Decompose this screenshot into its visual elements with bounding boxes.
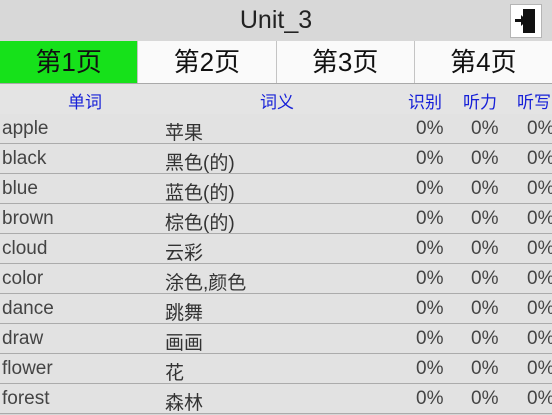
recognize-percent: 0% [416, 238, 444, 259]
column-header: 单词 词义 识别 听力 听写 [0, 84, 552, 115]
listening-percent: 0% [471, 238, 499, 259]
dictation-percent: 0% [527, 358, 552, 379]
listening-percent: 0% [471, 298, 499, 319]
tab-page-3[interactable]: 第3页 [276, 41, 415, 83]
recognize-percent: 0% [416, 178, 444, 199]
word-text: brown [2, 208, 54, 229]
word-text: color [2, 268, 44, 289]
page-tabs: 第1页 第2页 第3页 第4页 [0, 41, 552, 84]
meaning-text: 苹果 [165, 123, 204, 144]
listening-percent: 0% [471, 208, 499, 229]
meaning-text: 画画 [165, 333, 204, 354]
dictation-percent: 0% [527, 118, 552, 139]
listening-percent: 0% [471, 178, 499, 199]
word-row[interactable]: dance 跳舞 0% 0% 0% [0, 294, 552, 324]
word-row[interactable]: cloud 云彩 0% 0% 0% [0, 234, 552, 264]
listening-percent: 0% [471, 268, 499, 289]
recognize-percent: 0% [416, 358, 444, 379]
column-word[interactable]: 单词 [68, 88, 102, 113]
meaning-text: 云彩 [165, 243, 204, 264]
recognize-percent: 0% [416, 328, 444, 349]
tab-page-2[interactable]: 第2页 [138, 41, 277, 83]
listening-percent: 0% [471, 358, 499, 379]
word-text: black [2, 148, 47, 169]
dictation-percent: 0% [527, 298, 552, 319]
word-row[interactable]: forest 森林 0% 0% 0% [0, 384, 552, 414]
meaning-text: 棕色(的) [165, 213, 235, 234]
recognize-percent: 0% [416, 208, 444, 229]
exit-door-icon [515, 9, 535, 33]
word-row[interactable]: brown 棕色(的) 0% 0% 0% [0, 204, 552, 234]
recognize-percent: 0% [416, 268, 444, 289]
unit-title: Unit_3 [239, 6, 313, 34]
meaning-text: 森林 [165, 393, 204, 414]
dictation-percent: 0% [527, 208, 552, 229]
column-dictation[interactable]: 听写 [517, 88, 551, 113]
dictation-percent: 0% [527, 268, 552, 289]
word-text: forest [2, 388, 50, 409]
listening-percent: 0% [471, 118, 499, 139]
recognize-percent: 0% [416, 388, 444, 409]
dictation-percent: 0% [527, 178, 552, 199]
word-row[interactable]: color 涂色,颜色 0% 0% 0% [0, 264, 552, 294]
column-recognize[interactable]: 识别 [408, 88, 442, 113]
word-text: blue [2, 178, 38, 199]
recognize-percent: 0% [416, 148, 444, 169]
word-text: draw [2, 328, 44, 349]
meaning-text: 跳舞 [165, 303, 204, 324]
recognize-percent: 0% [416, 298, 444, 319]
meaning-text: 黑色(的) [165, 153, 235, 174]
recognize-percent: 0% [416, 118, 444, 139]
exit-button[interactable] [510, 4, 542, 38]
word-list: apple 苹果 0% 0% 0% black 黑色(的) 0% 0% 0% b… [0, 114, 552, 414]
word-row[interactable]: blue 蓝色(的) 0% 0% 0% [0, 174, 552, 204]
tab-page-4[interactable]: 第4页 [414, 41, 552, 83]
meaning-text: 涂色,颜色 [165, 273, 247, 294]
dictation-percent: 0% [527, 388, 552, 409]
word-row[interactable]: black 黑色(的) 0% 0% 0% [0, 144, 552, 174]
listening-percent: 0% [471, 388, 499, 409]
tab-page-1[interactable]: 第1页 [0, 41, 139, 83]
listening-percent: 0% [471, 328, 499, 349]
column-meaning[interactable]: 词义 [260, 88, 294, 113]
word-text: cloud [2, 238, 48, 259]
dictation-percent: 0% [527, 328, 552, 349]
title-bar: Unit_3 [0, 0, 552, 42]
column-listening[interactable]: 听力 [463, 88, 497, 113]
listening-percent: 0% [471, 148, 499, 169]
dictation-percent: 0% [527, 238, 552, 259]
word-text: apple [2, 118, 49, 139]
word-row[interactable]: apple 苹果 0% 0% 0% [0, 114, 552, 144]
dictation-percent: 0% [527, 148, 552, 169]
meaning-text: 蓝色(的) [165, 183, 235, 204]
meaning-text: 花 [165, 363, 185, 384]
app-window: Unit_3 第1页 第2页 第3页 第4页 单词 词义 识别 听力 听写 ap… [0, 0, 552, 414]
word-row[interactable]: draw 画画 0% 0% 0% [0, 324, 552, 354]
word-text: flower [2, 358, 53, 379]
word-row[interactable]: flower 花 0% 0% 0% [0, 354, 552, 384]
word-text: dance [2, 298, 54, 319]
